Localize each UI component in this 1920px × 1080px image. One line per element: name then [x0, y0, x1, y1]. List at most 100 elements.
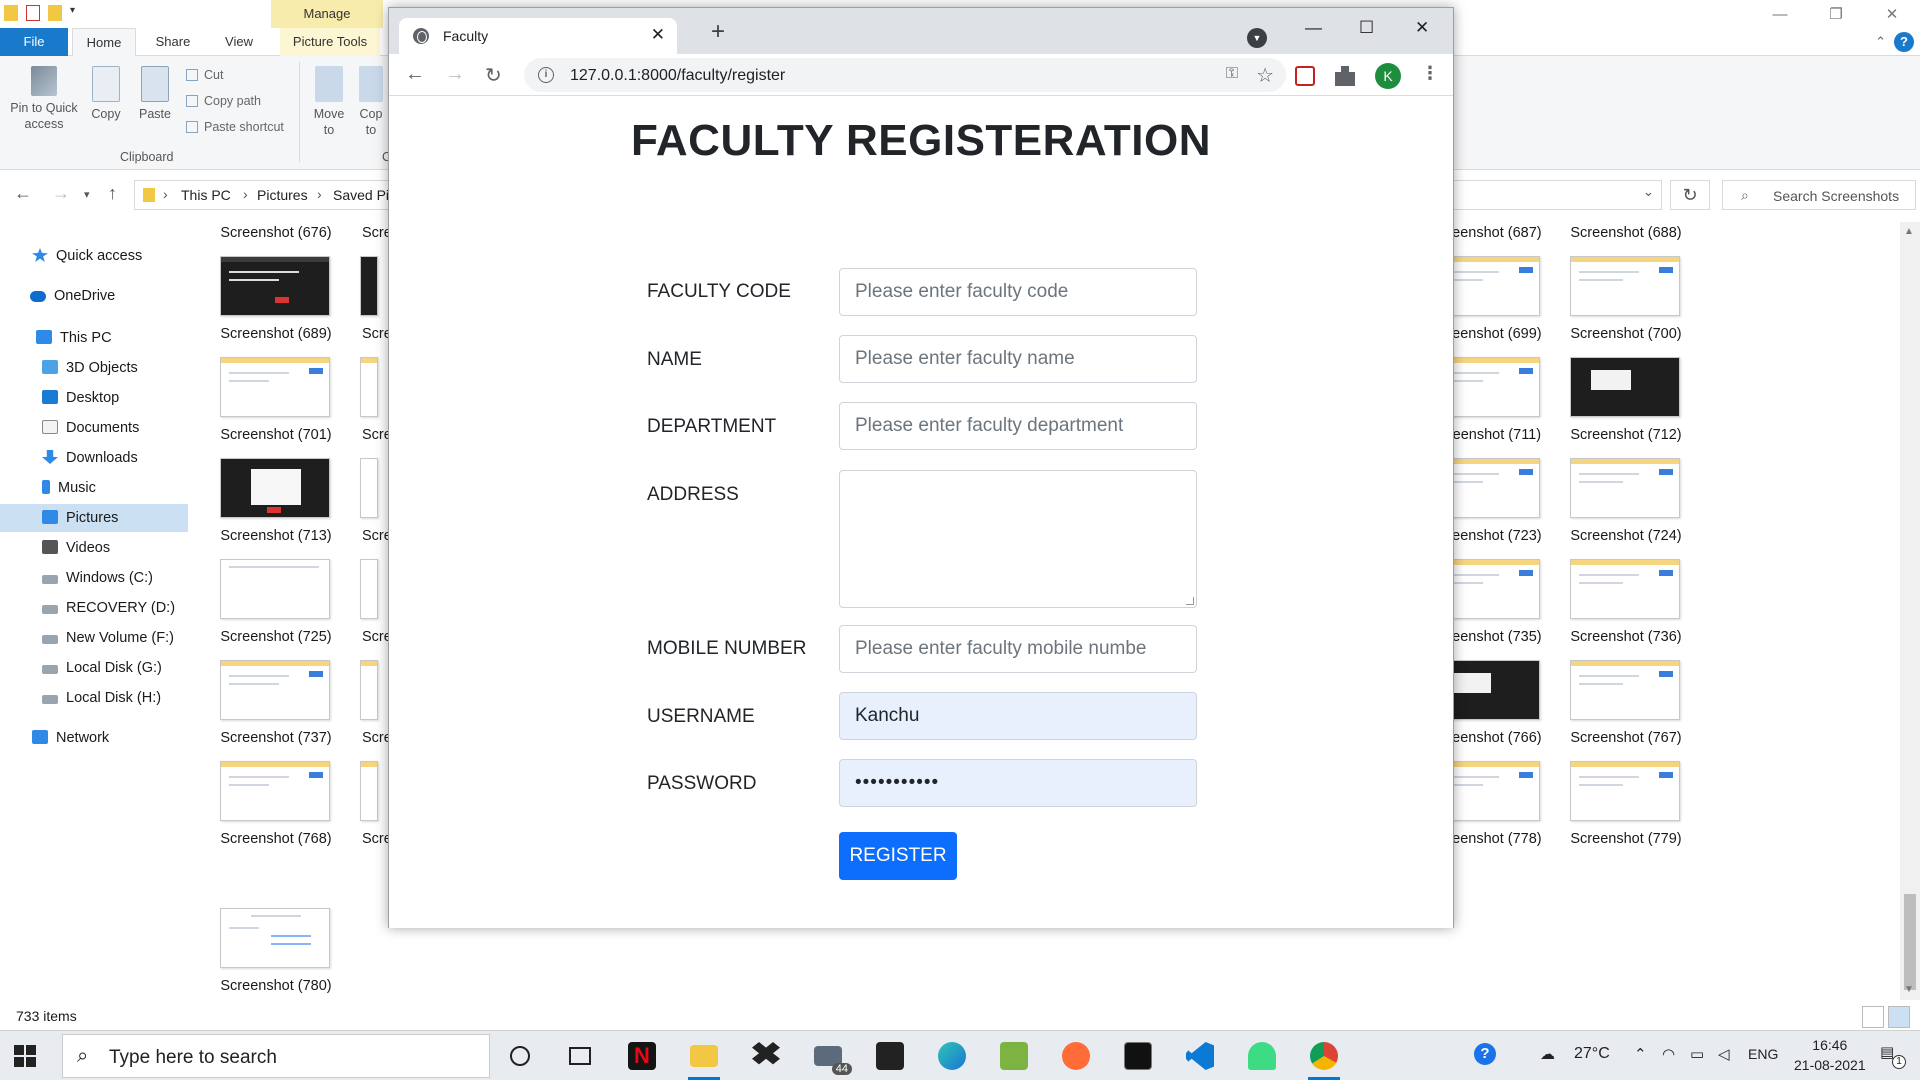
file-thumbnail[interactable] — [1570, 256, 1680, 316]
copy-button[interactable]: Copy — [86, 66, 126, 122]
tab-search-icon[interactable]: ▼ — [1247, 28, 1267, 48]
file-thumbnail[interactable] — [220, 256, 330, 316]
department-input[interactable] — [839, 402, 1197, 450]
customize-dropdown-icon[interactable]: ▾ — [70, 5, 84, 21]
weather-icon[interactable]: ☁ — [1540, 1045, 1555, 1063]
username-input[interactable] — [839, 692, 1197, 740]
file-thumbnail[interactable] — [1570, 559, 1680, 619]
scrollbar-thumb[interactable] — [1904, 894, 1916, 990]
nav-music[interactable]: Music — [0, 474, 188, 502]
nav-this-pc[interactable]: This PC — [0, 324, 188, 352]
vscode-icon[interactable] — [1180, 1037, 1220, 1075]
nav-documents[interactable]: Documents — [0, 414, 188, 442]
close-window-icon[interactable]: ✕ — [1415, 18, 1429, 38]
temperature-text[interactable]: 27°C — [1574, 1045, 1610, 1063]
tab-picture-tools[interactable]: Picture Tools — [280, 28, 380, 56]
help-icon[interactable]: ? — [1894, 32, 1914, 52]
refresh-icon[interactable]: ↻ — [1670, 180, 1710, 210]
edge-icon[interactable] — [932, 1037, 972, 1075]
file-thumbnail[interactable] — [220, 357, 330, 417]
file-item[interactable]: Screenshot (689) — [206, 326, 346, 342]
file-thumbnail[interactable] — [360, 256, 378, 316]
file-item[interactable]: Screenshot (767) — [1556, 730, 1696, 746]
pin-quick-access-button[interactable]: Pin to Quick access — [6, 66, 82, 132]
mobile-number-input[interactable] — [839, 625, 1197, 673]
file-thumbnail[interactable] — [360, 458, 378, 518]
scroll-down-icon[interactable]: ▼ — [1904, 984, 1914, 995]
browser-tab-faculty[interactable]: Faculty ✕ — [399, 18, 677, 54]
chevron-down-icon[interactable]: ⌄ — [1643, 184, 1654, 200]
nav-recovery-d[interactable]: RECOVERY (D:) — [0, 594, 188, 622]
chrome-icon[interactable] — [1304, 1037, 1344, 1080]
scroll-up-icon[interactable]: ▲ — [1904, 226, 1914, 237]
new-folder-icon[interactable] — [48, 5, 62, 21]
close-tab-icon[interactable]: ✕ — [651, 25, 665, 45]
dropbox-icon[interactable] — [746, 1037, 786, 1075]
minimize-icon[interactable]: — — [1305, 18, 1322, 38]
breadcrumb-saved-pictures[interactable]: Saved Pi — [333, 187, 389, 203]
register-button[interactable]: REGISTER — [839, 832, 957, 880]
file-thumbnail[interactable] — [360, 660, 378, 720]
nav-new-volume-f[interactable]: New Volume (F:) — [0, 624, 188, 652]
resize-handle-icon[interactable] — [1186, 597, 1194, 605]
tab-home[interactable]: Home — [72, 28, 136, 56]
file-item[interactable]: Screenshot (713) — [206, 528, 346, 544]
recent-dropdown-icon[interactable]: ▾ — [84, 188, 90, 201]
tab-share[interactable]: Share — [146, 28, 200, 56]
wifi-icon[interactable]: ◠ — [1662, 1045, 1675, 1063]
taskbar-clock[interactable]: 16:46 21-08-2021 — [1794, 1035, 1866, 1075]
maximize-icon[interactable]: ☐ — [1359, 18, 1374, 38]
file-thumbnail[interactable] — [220, 908, 330, 968]
nav-local-disk-g[interactable]: Local Disk (G:) — [0, 654, 188, 682]
forward-arrow-icon[interactable]: → — [52, 183, 70, 204]
folder-icon[interactable] — [4, 5, 18, 21]
explorer-restore-button[interactable]: ❐ — [1808, 0, 1864, 28]
copy-path-button[interactable]: Copy path — [186, 94, 261, 108]
extension-shield-icon[interactable] — [1295, 66, 1315, 86]
move-to-button[interactable]: Move to — [308, 66, 350, 138]
file-item[interactable]: Screenshot (701) — [206, 427, 346, 443]
nav-network[interactable]: Network — [0, 724, 188, 752]
mail-icon[interactable]: 44 — [808, 1037, 852, 1075]
breadcrumb-this-pc[interactable]: This PC — [181, 187, 231, 203]
android-studio-icon[interactable] — [1242, 1037, 1282, 1075]
chevron-up-icon[interactable]: ⌃ — [1875, 34, 1886, 50]
extensions-puzzle-icon[interactable] — [1335, 66, 1355, 86]
nav-onedrive[interactable]: OneDrive — [0, 282, 188, 310]
nav-local-disk-h[interactable]: Local Disk (H:) — [0, 684, 188, 712]
file-item[interactable]: Screenshot (688) — [1556, 225, 1696, 241]
nav-3d-objects[interactable]: 3D Objects — [0, 354, 188, 382]
taskbar-search-input[interactable]: ⌕ Type here to search — [62, 1034, 490, 1078]
key-icon[interactable]: ⚿ — [1226, 65, 1238, 83]
file-item[interactable]: Screenshot (779) — [1556, 831, 1696, 847]
back-arrow-icon[interactable]: ← — [14, 183, 32, 204]
nav-pictures[interactable]: Pictures — [0, 504, 188, 532]
cut-button[interactable]: Cut — [186, 68, 223, 82]
name-input[interactable] — [839, 335, 1197, 383]
vertical-scrollbar[interactable]: ▲ ▼ — [1900, 222, 1920, 1000]
file-explorer-icon[interactable] — [684, 1037, 724, 1080]
file-item[interactable]: Screenshot (736) — [1556, 629, 1696, 645]
address-bar[interactable]: i 127.0.0.1:8000/faculty/register ⚿ ☆ — [524, 58, 1286, 92]
large-icons-view-icon[interactable] — [1888, 1006, 1910, 1028]
copy-to-button[interactable]: Cop to — [356, 66, 386, 138]
paste-button[interactable]: Paste — [134, 66, 176, 122]
language-indicator[interactable]: ENG — [1748, 1046, 1778, 1062]
file-item[interactable]: Screenshot (737) — [206, 730, 346, 746]
faculty-code-input[interactable] — [839, 268, 1197, 316]
postman-icon[interactable] — [1056, 1037, 1096, 1075]
address-textarea[interactable] — [839, 470, 1197, 608]
cortana-icon[interactable] — [500, 1037, 540, 1075]
file-thumbnail[interactable] — [220, 458, 330, 518]
explorer-minimize-button[interactable]: — — [1752, 0, 1808, 28]
bookmark-star-icon[interactable]: ☆ — [1256, 63, 1274, 88]
file-thumbnail[interactable] — [360, 761, 378, 821]
up-arrow-icon[interactable]: ↑ — [108, 183, 117, 204]
nav-desktop[interactable]: Desktop — [0, 384, 188, 412]
file-thumbnail[interactable] — [1570, 357, 1680, 417]
reload-icon[interactable]: ↻ — [485, 63, 502, 88]
store-icon[interactable] — [870, 1037, 910, 1075]
chevron-up-icon[interactable]: ⌃ — [1634, 1045, 1647, 1063]
file-thumbnail[interactable] — [1570, 458, 1680, 518]
battery-icon[interactable]: ▭ — [1690, 1045, 1704, 1063]
